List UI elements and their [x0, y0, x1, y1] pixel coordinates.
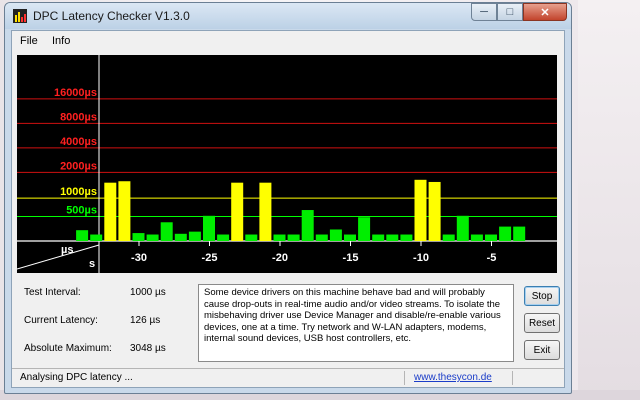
latency-bar: [245, 234, 258, 241]
latency-bar: [90, 234, 103, 241]
minimize-button[interactable]: ─: [471, 3, 497, 21]
x-tick-label: -25: [202, 252, 218, 264]
latency-chart: 16000µs 8000µs 4000µs 2000µs 1000µs 500µs µs s -…: [17, 55, 557, 273]
latency-bar: [400, 234, 413, 241]
latency-bar: [259, 182, 272, 241]
latency-bar: [513, 226, 526, 241]
current-latency-value: 126 µs: [130, 315, 161, 326]
latency-bar: [414, 179, 427, 241]
minimize-icon: ─: [480, 6, 488, 18]
latency-bar: [372, 234, 385, 241]
menu-info[interactable]: Info: [52, 35, 70, 47]
latency-bar: [231, 182, 244, 241]
latency-bar: [470, 234, 483, 241]
y-tick-label: 8000µs: [60, 111, 97, 123]
latency-chart-svg: 16000µs 8000µs 4000µs 2000µs 1000µs 500µs µs s -…: [17, 55, 557, 273]
x-tick-label: -10: [413, 252, 429, 264]
status-divider: [404, 371, 405, 385]
menu-bar: File Info: [12, 31, 564, 51]
latency-bar: [132, 233, 145, 241]
app-window: DPC Latency Checker V1.3.0 ─ □ ✕ File In…: [4, 2, 572, 394]
latency-bar: [315, 234, 328, 241]
close-icon: ✕: [540, 6, 550, 19]
latency-bar: [456, 215, 469, 241]
latency-bar: [273, 234, 286, 241]
latency-bar: [160, 222, 173, 241]
test-interval-label: Test Interval:: [24, 287, 81, 298]
absolute-maximum-value: 3048 µs: [130, 343, 166, 354]
x-tick-label: -30: [131, 252, 147, 264]
latency-bar: [174, 233, 187, 241]
window-title: DPC Latency Checker V1.3.0: [33, 9, 190, 23]
title-bar[interactable]: DPC Latency Checker V1.3.0 ─ □ ✕: [5, 3, 571, 29]
latency-bar: [188, 231, 201, 241]
latency-bar: [329, 229, 342, 241]
y-tick-label: 4000µs: [60, 136, 97, 148]
maximize-icon: □: [506, 6, 514, 18]
latency-bar: [301, 210, 314, 241]
current-latency-label: Current Latency:: [24, 315, 98, 326]
y-axis-unit: µs: [61, 244, 73, 256]
latency-bar: [428, 181, 441, 241]
x-tick-label: -20: [272, 252, 288, 264]
latency-bar: [442, 234, 455, 241]
status-text: Analysing DPC latency ...: [20, 372, 133, 383]
latency-bar: [287, 234, 300, 241]
test-interval-value: 1000 µs: [130, 287, 166, 298]
latency-bar: [344, 234, 356, 241]
x-tick-label: -15: [343, 252, 359, 264]
maximize-button[interactable]: □: [497, 3, 523, 21]
axis-corner-diagonal: [17, 244, 100, 270]
desktop-edge: [578, 0, 640, 400]
website-link[interactable]: www.thesycon.de: [414, 372, 492, 383]
latency-bar: [485, 234, 497, 241]
status-divider-2: [512, 371, 513, 385]
menu-file[interactable]: File: [20, 35, 38, 47]
latency-bar: [386, 234, 399, 241]
y-tick-label: 16000µs: [54, 87, 97, 99]
bar-chart-icon: [13, 9, 27, 23]
latency-bar: [499, 226, 512, 241]
latency-bar: [104, 182, 117, 241]
status-bar: Analysing DPC latency ... www.thesycon.d…: [12, 368, 564, 387]
y-tick-label: 1000µs: [60, 186, 97, 198]
message-box: Some device drivers on this machine beha…: [198, 284, 514, 362]
latency-bar: [146, 234, 159, 241]
client-area: File Info 16000µs 8000µs 4000µs 2000µs 1000µ…: [11, 30, 565, 388]
latency-bar: [203, 215, 215, 241]
stop-button[interactable]: Stop: [524, 286, 560, 306]
y-tick-label: 500µs: [66, 205, 97, 217]
latency-bar: [217, 234, 230, 241]
latency-bar: [76, 230, 89, 241]
x-axis-unit: s: [89, 258, 95, 270]
close-button[interactable]: ✕: [523, 3, 567, 21]
exit-button[interactable]: Exit: [524, 340, 560, 360]
latency-bar: [358, 217, 371, 241]
y-tick-label: 2000µs: [60, 160, 97, 172]
absolute-maximum-label: Absolute Maximum:: [24, 343, 112, 354]
x-tick-label: -5: [487, 252, 497, 264]
reset-button[interactable]: Reset: [524, 313, 560, 333]
latency-bar: [118, 181, 131, 241]
